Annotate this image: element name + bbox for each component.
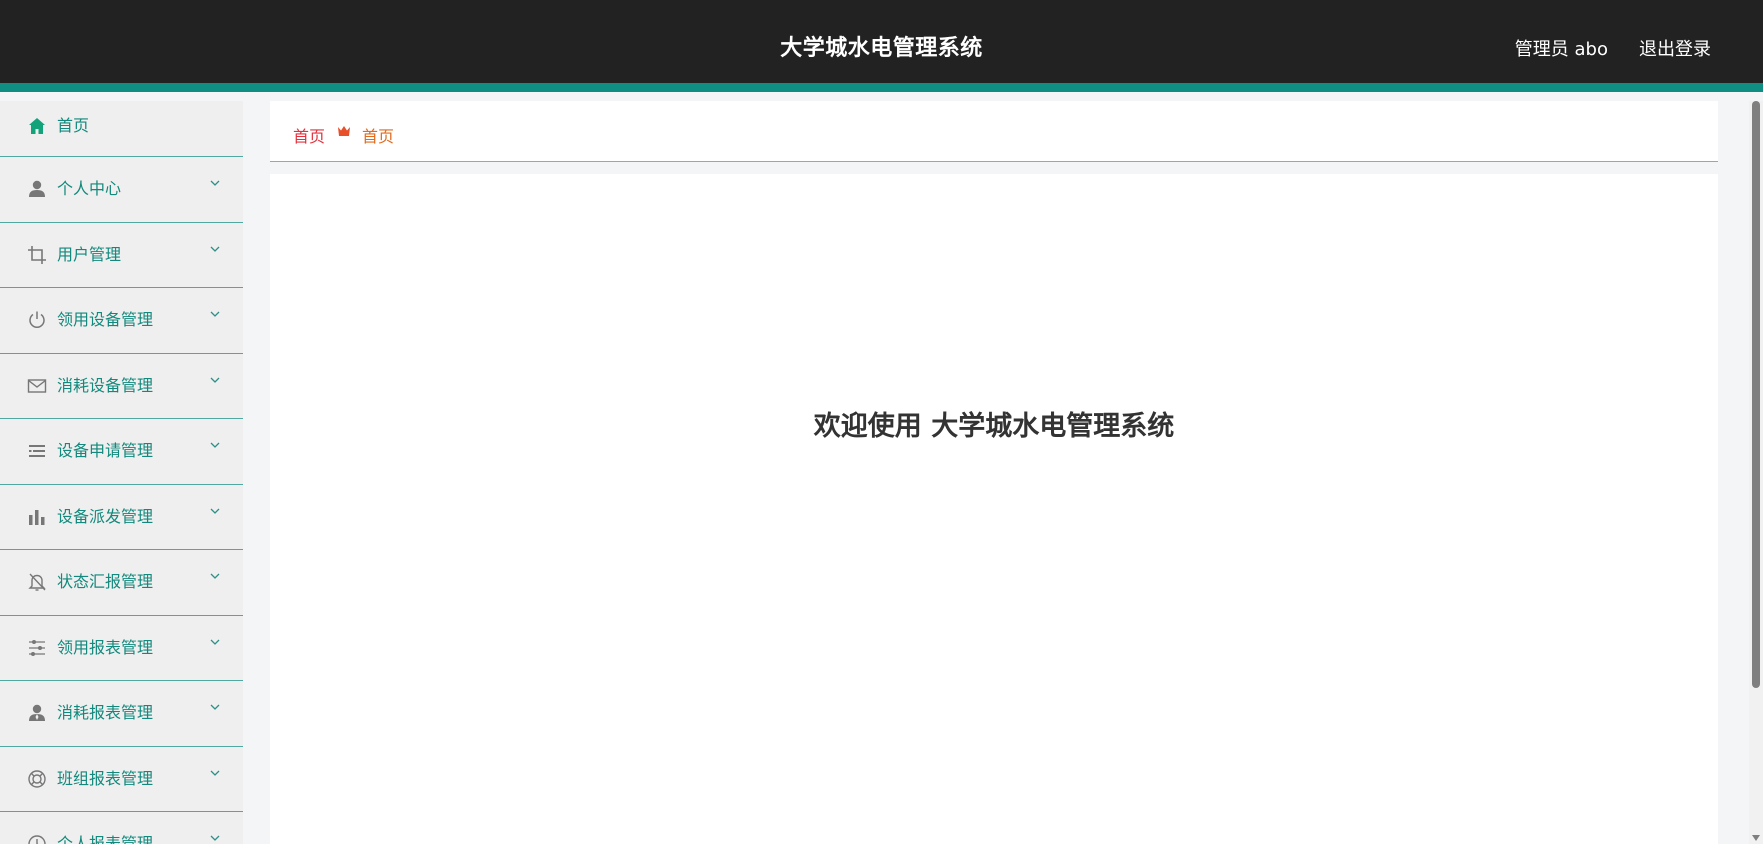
crown-icon xyxy=(338,126,350,136)
sliders-icon xyxy=(29,639,45,656)
chevron-down-icon xyxy=(210,704,220,710)
home-icon xyxy=(29,118,45,134)
chevron-down-icon xyxy=(210,835,220,841)
breadcrumb-home-link[interactable]: 首页 xyxy=(293,123,325,147)
user-icon xyxy=(29,180,45,197)
chevron-down-icon xyxy=(210,180,220,186)
sidebar-item-label: 用户管理 xyxy=(57,244,122,264)
logout-button[interactable]: 退出登录 xyxy=(1639,35,1711,61)
clock-icon xyxy=(28,835,46,844)
sidebar-item-user-management[interactable]: 用户管理 xyxy=(0,223,243,288)
sidebar-item-status-report[interactable]: 状态汇报管理 xyxy=(0,550,243,616)
scroll-down-arrow-icon[interactable] xyxy=(1751,834,1761,842)
sidebar-item-label: 状态汇报管理 xyxy=(57,572,154,591)
sidebar-item-equipment-dispatch[interactable]: 设备派发管理 xyxy=(0,485,243,550)
chevron-down-icon xyxy=(210,246,220,252)
sidebar-item-consume-equipment[interactable]: 消耗设备管理 xyxy=(0,354,243,419)
sidebar-item-label: 首页 xyxy=(57,116,90,135)
sidebar-item-label: 消耗报表管理 xyxy=(57,703,154,722)
sidebar-menu: 首页 个人中心 用户管理 领用设备管理 消耗设备管理 设备申请管理 设备派发管理… xyxy=(0,101,243,844)
chevron-down-icon xyxy=(210,770,220,776)
main-content: 欢迎使用 大学城水电管理系统 xyxy=(270,174,1718,844)
sidebar-item-label: 领用设备管理 xyxy=(57,310,154,329)
current-user-label: 管理员 abo xyxy=(1514,39,1608,60)
sidebar-item-label: 个人中心 xyxy=(57,179,122,198)
breadcrumb: 首页 首页 xyxy=(270,101,1718,162)
sidebar-item-equipment-application[interactable]: 设备申请管理 xyxy=(0,419,243,485)
sidebar-item-home[interactable]: 首页 xyxy=(0,101,243,157)
crop-icon xyxy=(28,245,46,264)
sidebar-item-label: 设备申请管理 xyxy=(57,441,154,460)
top-header: 大学城水电管理系统 管理员 abo 退出登录 xyxy=(0,0,1763,92)
bar-chart-icon xyxy=(29,509,45,525)
sidebar-item-label: 班组报表管理 xyxy=(57,768,154,788)
app-title: 大学城水电管理系统 xyxy=(780,36,983,61)
sidebar-item-borrow-equipment[interactable]: 领用设备管理 xyxy=(0,288,243,354)
sidebar-item-personal-report[interactable]: 个人报表管理 xyxy=(0,812,243,844)
chevron-down-icon xyxy=(210,508,220,514)
sidebar-item-label: 设备派发管理 xyxy=(57,506,154,526)
page-scrollbar[interactable] xyxy=(1749,101,1763,844)
person-icon xyxy=(29,704,45,721)
sidebar-item-borrow-report[interactable]: 领用报表管理 xyxy=(0,616,243,681)
sidebar-item-label: 消耗设备管理 xyxy=(57,375,154,395)
sidebar-item-personal-center[interactable]: 个人中心 xyxy=(0,157,243,223)
scrollbar-thumb[interactable] xyxy=(1752,101,1760,688)
lifebuoy-icon xyxy=(28,769,46,788)
chevron-down-icon xyxy=(210,639,220,645)
bell-off-icon xyxy=(28,573,46,591)
list-icon xyxy=(29,445,45,457)
power-icon xyxy=(29,311,45,328)
mail-icon xyxy=(27,378,47,393)
sidebar-item-label: 领用报表管理 xyxy=(57,637,154,657)
sidebar-item-label: 个人报表管理 xyxy=(57,834,154,844)
breadcrumb-current: 首页 xyxy=(362,127,395,146)
chevron-down-icon xyxy=(210,573,220,579)
chevron-down-icon xyxy=(210,311,220,317)
welcome-message: 欢迎使用 大学城水电管理系统 xyxy=(813,411,1175,442)
chevron-down-icon xyxy=(210,442,220,448)
chevron-down-icon xyxy=(210,377,220,383)
sidebar-item-consume-report[interactable]: 消耗报表管理 xyxy=(0,681,243,747)
sidebar-item-team-report[interactable]: 班组报表管理 xyxy=(0,747,243,812)
